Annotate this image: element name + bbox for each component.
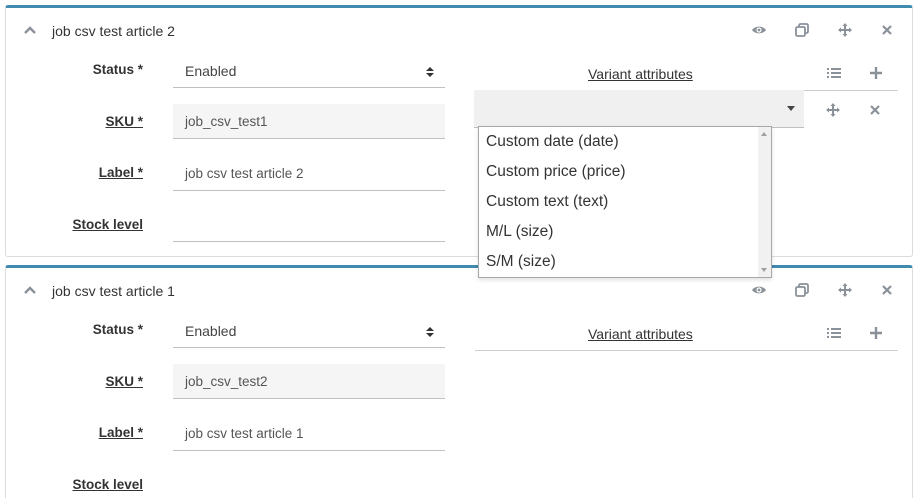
dropdown-option[interactable]: Custom price (price) — [479, 157, 759, 187]
sku-label: SKU * — [105, 114, 143, 129]
label-label-wrap: Label * — [6, 165, 143, 185]
label-value: job csv test article 1 — [185, 426, 304, 441]
copy-icon[interactable] — [794, 22, 810, 38]
variant-attributes-title[interactable]: Variant attributes — [588, 66, 693, 82]
plus-icon[interactable] — [869, 66, 883, 80]
move-icon[interactable] — [837, 282, 853, 298]
variant-attributes-header: Variant attributes — [475, 316, 898, 351]
dropdown-option[interactable]: M/L (size) — [479, 217, 759, 247]
status-label-wrap: Status * — [6, 322, 143, 342]
stock-level-field[interactable] — [173, 207, 445, 242]
status-label-wrap: Status * — [6, 62, 143, 82]
eye-icon[interactable] — [751, 22, 767, 38]
article-card-header: job csv test article 2 — [6, 8, 912, 54]
label-label: Label * — [98, 425, 143, 440]
label-field[interactable]: job csv test article 2 — [173, 156, 445, 191]
dropdown-option[interactable]: Custom date (date) — [479, 127, 759, 157]
scroll-down-arrow-icon[interactable] — [761, 268, 767, 272]
sku-label-wrap: SKU * — [6, 114, 143, 134]
status-select[interactable]: Enabled — [173, 54, 445, 88]
copy-icon[interactable] — [794, 282, 810, 298]
article-card: job csv test article 2 Status * Enabled … — [5, 5, 913, 257]
stock-level-label: Stock level — [72, 477, 143, 492]
label-label: Label * — [98, 165, 143, 180]
stock-level-field[interactable] — [173, 467, 445, 498]
stock-label-wrap: Stock level — [6, 477, 143, 497]
sku-label-wrap: SKU * — [6, 374, 143, 394]
status-label: Status * — [92, 322, 143, 337]
close-icon[interactable] — [879, 22, 895, 38]
article-title: job csv test article 2 — [52, 23, 175, 39]
attribute-dropdown-list: Custom date (date) Custom price (price) … — [478, 126, 772, 278]
sort-arrows-icon — [425, 65, 435, 77]
label-value: job csv test article 2 — [185, 166, 304, 181]
chevron-up-icon[interactable] — [22, 22, 38, 38]
status-label: Status * — [92, 62, 143, 77]
sku-label: SKU * — [105, 374, 143, 389]
close-icon[interactable] — [879, 282, 895, 298]
sku-field[interactable]: job_csv_test2 — [173, 364, 445, 399]
label-label-wrap: Label * — [6, 425, 143, 445]
sku-value: job_csv_test2 — [185, 374, 268, 389]
move-icon[interactable] — [825, 102, 841, 118]
attribute-select[interactable] — [474, 90, 804, 128]
sort-arrows-icon — [425, 325, 435, 337]
list-icon[interactable] — [827, 326, 841, 340]
caret-down-icon — [787, 106, 795, 111]
status-select[interactable]: Enabled — [173, 314, 445, 348]
variant-attributes-title[interactable]: Variant attributes — [588, 326, 693, 342]
status-value: Enabled — [185, 63, 237, 79]
article-title: job csv test article 1 — [52, 283, 175, 299]
eye-icon[interactable] — [751, 282, 767, 298]
sku-value: job_csv_test1 — [185, 114, 268, 129]
chevron-up-icon[interactable] — [22, 282, 38, 298]
article-card-header: job csv test article 1 — [6, 268, 912, 314]
dropdown-scrollbar[interactable] — [758, 127, 771, 277]
status-value: Enabled — [185, 323, 237, 339]
plus-icon[interactable] — [869, 326, 883, 340]
label-field[interactable]: job csv test article 1 — [173, 416, 445, 451]
list-icon[interactable] — [827, 66, 841, 80]
stock-label-wrap: Stock level — [6, 217, 143, 237]
scroll-up-arrow-icon[interactable] — [761, 132, 767, 136]
dropdown-option[interactable]: S/M (size) — [479, 247, 759, 277]
stock-level-label: Stock level — [72, 217, 143, 232]
article-card: job csv test article 1 Status * Enabled … — [5, 265, 913, 498]
dropdown-option[interactable]: Custom text (text) — [479, 187, 759, 217]
move-icon[interactable] — [837, 22, 853, 38]
variant-attributes-header: Variant attributes — [475, 56, 898, 91]
sku-field[interactable]: job_csv_test1 — [173, 104, 445, 139]
close-icon[interactable] — [867, 102, 883, 118]
